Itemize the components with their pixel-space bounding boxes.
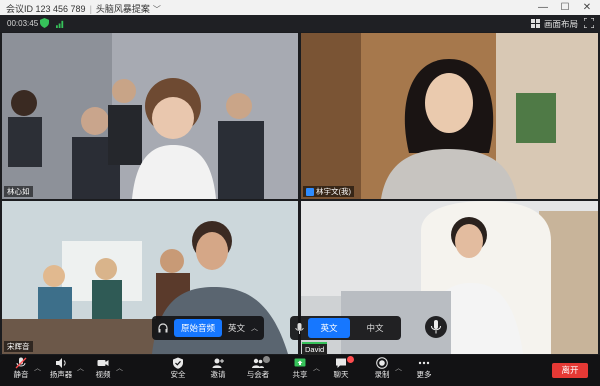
speaker-button[interactable]: 扬声器 [44,357,78,379]
speaker-icon [56,358,66,368]
fullscreen-icon[interactable] [584,18,594,28]
participant-name-tag: 宋辉音 [4,341,33,352]
invite-icon [212,358,224,368]
grid-icon [530,19,540,28]
video-tile-1[interactable]: 林心如 [2,33,298,199]
active-speaker-tooltip: David [302,342,328,355]
language-option-english[interactable]: 英文 [308,318,350,338]
maximize-button[interactable]: ☐ [554,0,576,15]
language-switch: 英文 中文 [290,316,401,340]
chat-icon [336,358,346,368]
participants-button[interactable]: 与会者 [241,356,275,379]
chevron-up-icon[interactable]: ︿ [116,363,123,373]
chevron-up-icon[interactable]: ︿ [77,363,84,373]
participant-name: 林心如 [7,187,30,196]
shield-icon [173,357,183,369]
participant-video [301,33,598,199]
mic-muted-icon [15,357,27,369]
speaking-indicator-button[interactable] [425,316,447,338]
leave-meeting-button[interactable]: 离开 [552,363,588,378]
window-titlebar: 会议ID 123 456 789 | 头脑风暴提案 ﹀ — ☐ ✕ [0,0,600,15]
share-button[interactable]: 共享 [283,357,317,379]
meeting-topic[interactable]: 头脑风暴提案 [96,4,150,14]
elapsed-time: 00:03:45 [7,19,39,28]
self-indicator-icon [306,187,314,196]
record-icon [376,357,388,369]
layout-button[interactable]: 画面布局 [530,17,578,30]
close-button[interactable]: ✕ [576,0,598,15]
unread-badge [347,356,354,363]
layout-label: 画面布局 [543,18,578,29]
language-option-chinese[interactable]: 中文 [354,318,396,338]
more-button[interactable]: 更多 [407,357,441,379]
microphone-icon [295,322,304,334]
participant-name-tag: 林心如 [4,186,33,197]
record-button[interactable]: 录制 [365,357,399,379]
mute-button[interactable]: 静音 [4,357,38,379]
headphones-icon [158,323,168,333]
share-icon [294,358,306,367]
video-button[interactable]: 视频 [86,357,120,379]
minimize-button[interactable]: — [532,0,554,15]
security-button[interactable]: 安全 [161,357,195,379]
meeting-info-bar: 00:03:45 画面布局 [0,15,600,32]
window-title: 会议ID 123 456 789 | 头脑风暴提案 ﹀ [6,4,161,15]
participant-name-tag: 林宇文(我) [303,186,354,197]
chevron-up-icon[interactable]: ︿ [34,363,41,373]
video-icon [97,360,109,366]
original-audio-button[interactable]: 原始音频 [174,319,223,337]
signal-strength-icon[interactable] [56,19,65,28]
chevron-up-icon[interactable]: ︿ [313,363,320,373]
chevron-up-icon[interactable]: ︿ [251,323,258,333]
participant-name: 林宇文(我) [316,187,351,196]
participant-count-badge [263,356,270,363]
meeting-toolbar: 静音 ︿ 扬声器 ︿ 视频 ︿ 安全 邀请 与会者 共享 ︿ 聊天 录制 ︿ 更… [0,355,600,386]
microphone-active-icon [431,320,441,334]
interpretation-channel-select[interactable]: 英文 [228,322,245,334]
encryption-shield-icon[interactable] [40,18,49,28]
participant-name: 宋辉音 [7,342,30,351]
participant-video [2,33,298,199]
chevron-up-icon[interactable]: ︿ [395,363,402,373]
chevron-down-icon[interactable]: ﹀ [153,4,161,15]
interpretation-bar: 原始音频 英文 ︿ [152,316,265,340]
more-icon [418,361,430,365]
video-tile-2[interactable]: 林宇文(我) [301,33,598,199]
invite-button[interactable]: 邀请 [201,357,235,379]
chat-button[interactable]: 聊天 [324,356,358,379]
meeting-id: 会议ID 123 456 789 [6,4,86,14]
